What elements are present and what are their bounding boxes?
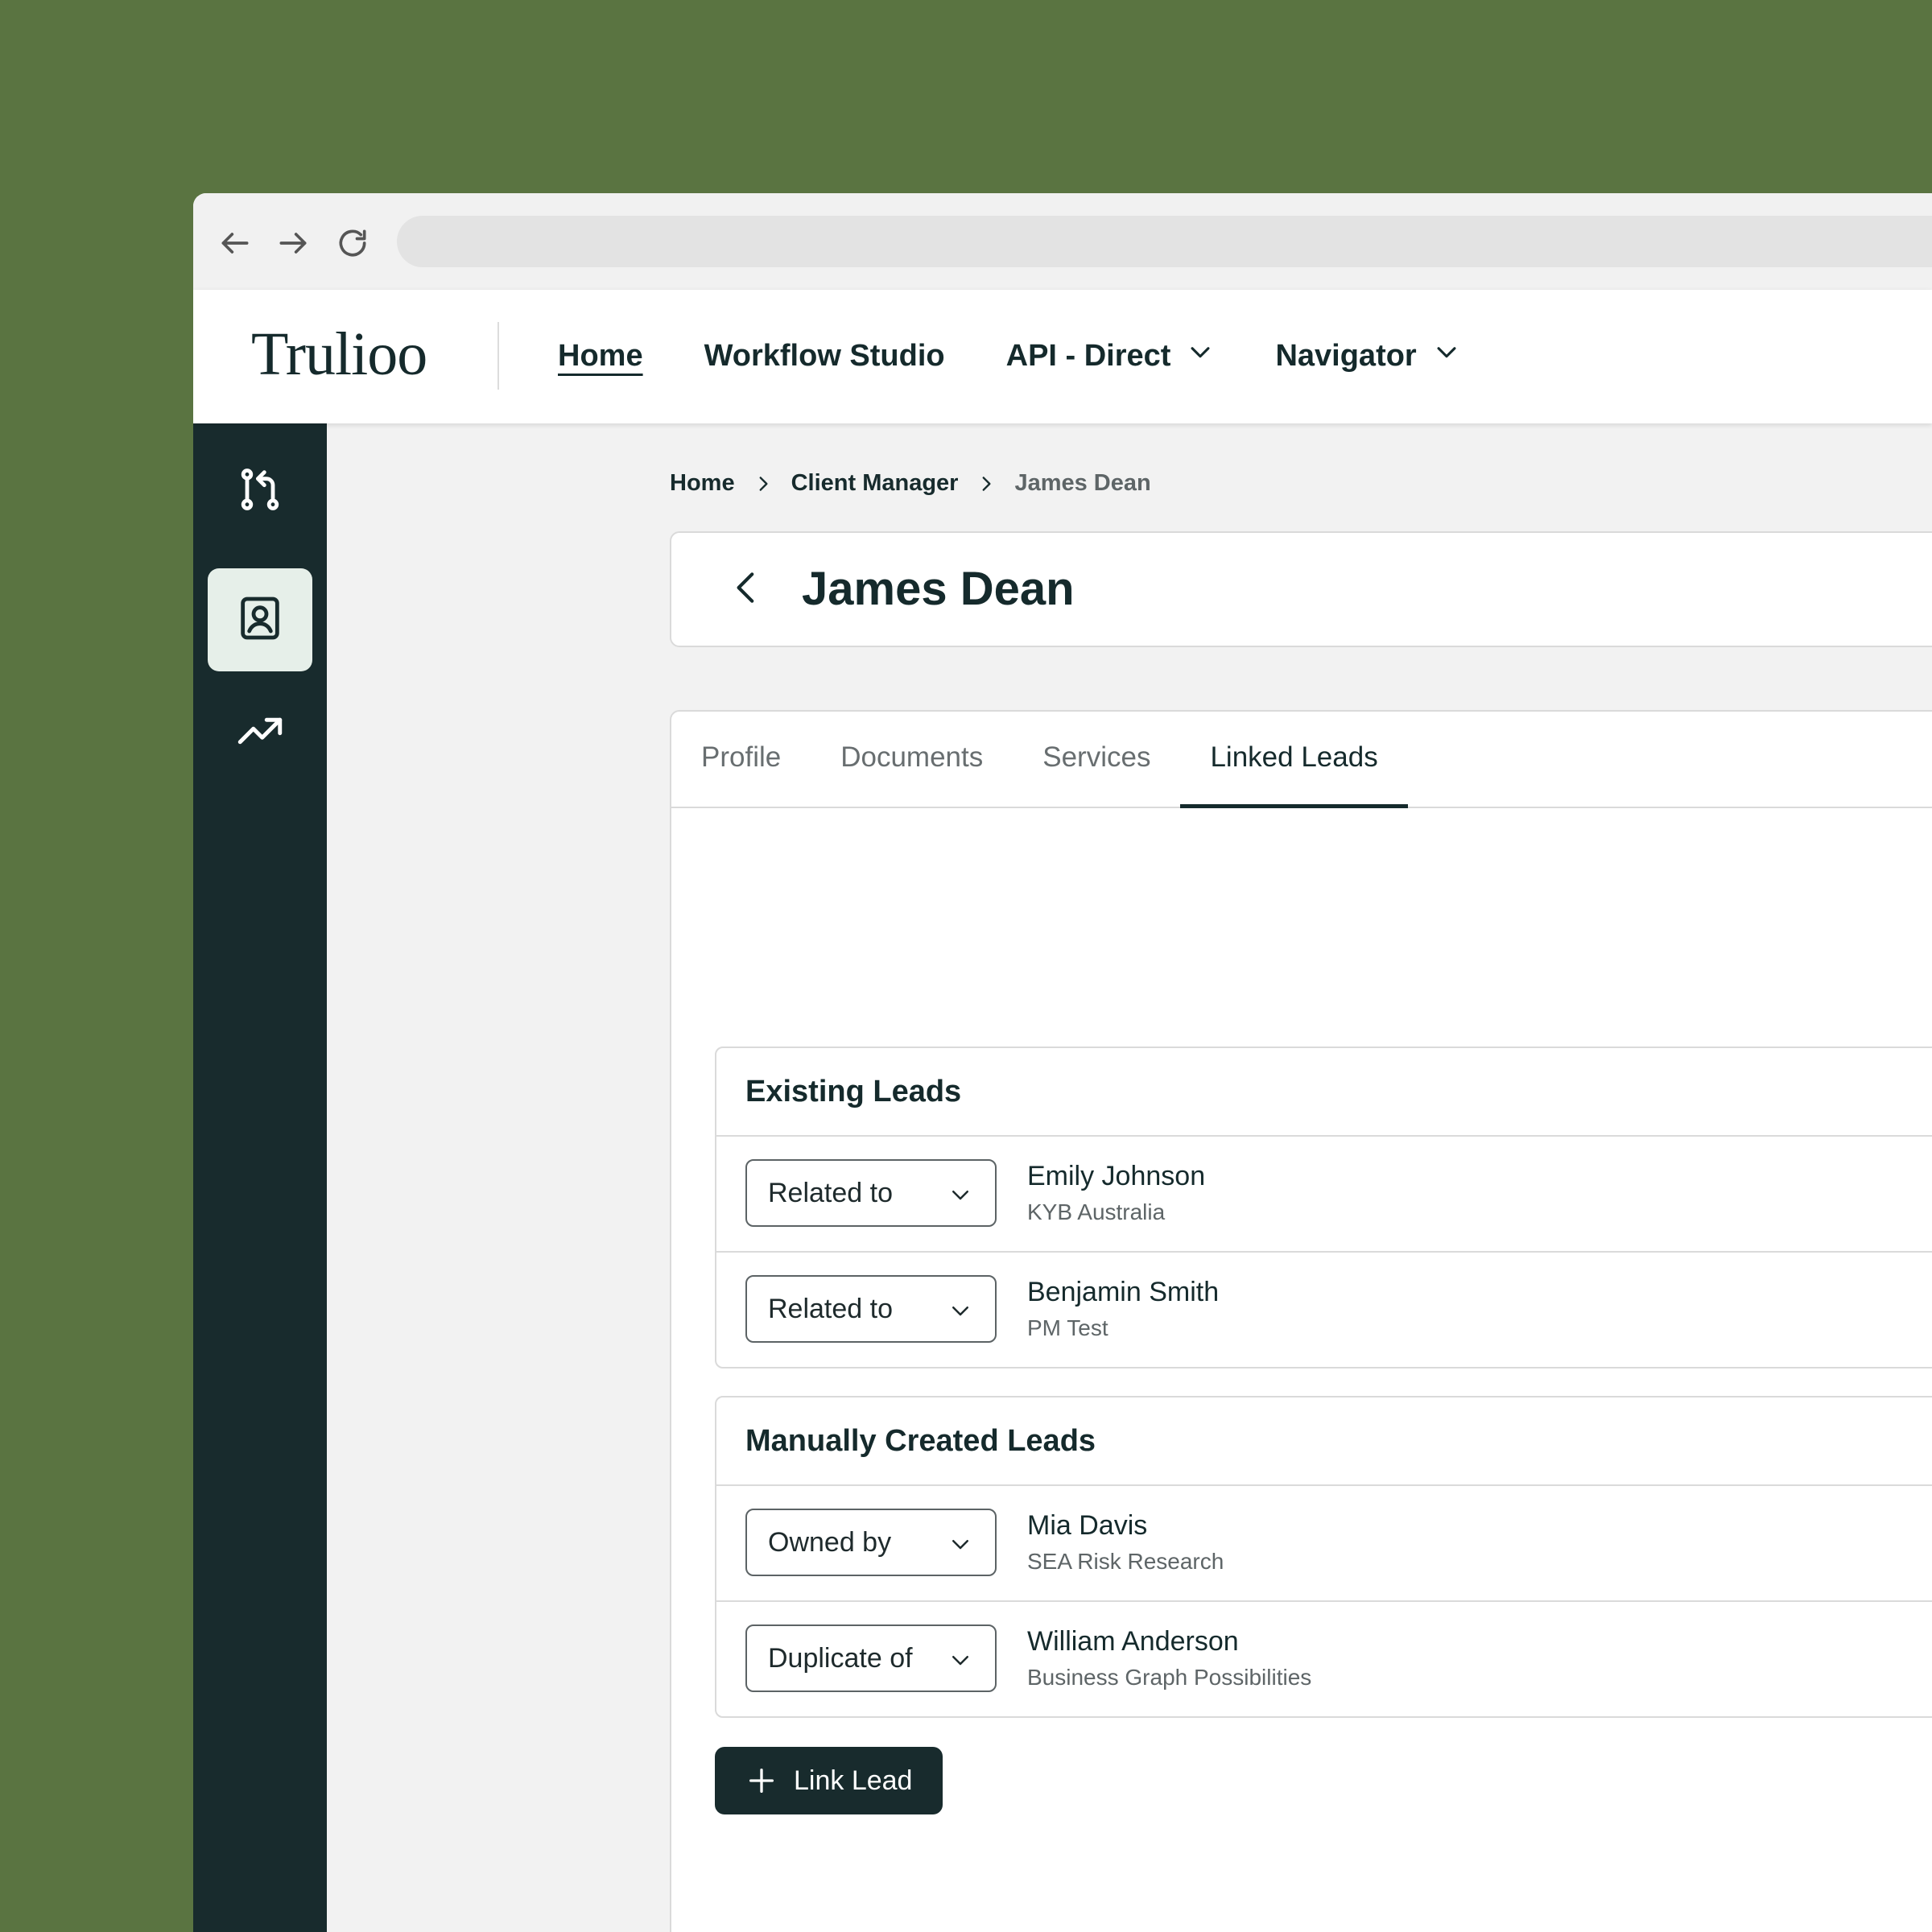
manual-leads-section: Manually Created Leads Owned by Mia Davi… [715,1396,1932,1718]
chevron-down-icon [1433,338,1460,374]
nav-navigator[interactable]: Navigator [1275,338,1459,375]
chevron-down-icon [1187,338,1214,374]
lead-row: Owned by Mia Davis SEA Risk Research [716,1486,1932,1602]
lead-subtitle: PM Test [1027,1315,1108,1340]
lead-name[interactable]: Benjamin Smith [1027,1277,1219,1308]
relation-value: Related to [768,1294,893,1324]
breadcrumb-client-manager[interactable]: Client Manager [791,470,959,497]
lead-name[interactable]: Emily Johnson [1027,1161,1205,1192]
workflow-icon [234,464,286,519]
sidebar [193,423,327,1932]
chevron-down-icon [947,1183,974,1211]
nav-navigator-label: Navigator [1275,338,1417,373]
lead-subtitle: KYB Australia [1027,1199,1166,1224]
nav-home-label: Home [558,338,643,373]
nav-workflow-studio-label: Workflow Studio [704,338,945,373]
title-card: James Dean [670,531,1932,647]
breadcrumb: Home Client Manager James Dean [670,470,1151,497]
plus-icon [745,1765,778,1797]
relation-value: Owned by [768,1527,892,1558]
arrow-right-icon[interactable] [269,219,317,267]
browser-toolbar [193,193,1932,290]
nav-home[interactable]: Home [558,339,643,375]
relation-select[interactable]: Duplicate of [745,1624,997,1692]
chevron-right-icon [753,473,774,494]
lead-subtitle: SEA Risk Research [1027,1549,1224,1574]
chevron-down-icon [947,1532,974,1560]
arrow-left-icon[interactable] [211,219,259,267]
nav-api-direct-label: API - Direct [1005,338,1171,373]
sidebar-item-workflows[interactable] [208,440,312,543]
link-lead-label: Link Lead [794,1765,913,1796]
breadcrumb-home[interactable]: Home [670,470,735,497]
section-title: Manually Created Leads [716,1397,1932,1486]
nav-workflow-studio[interactable]: Workflow Studio [704,339,945,375]
tab-linked-leads[interactable]: Linked Leads [1180,712,1408,808]
sidebar-item-analytics[interactable] [208,681,312,784]
lead-row: Related to Emily Johnson KYB Australia [716,1137,1932,1253]
app-header: Trulioo Home Workflow Studio API - Direc… [193,290,1932,423]
breadcrumb-current: James Dean [1014,470,1151,496]
existing-leads-section: Existing Leads Related to Emily Johnson … [715,1046,1932,1368]
sidebar-item-client-manager[interactable] [208,568,312,671]
lead-row: Duplicate of William Anderson Business G… [716,1602,1932,1716]
tab-profile[interactable]: Profile [671,712,811,807]
page-title: James Dean [802,563,1075,615]
lead-name[interactable]: William Anderson [1027,1626,1239,1657]
top-navigation: Home Workflow Studio API - Direct Naviga… [558,290,1521,423]
header-divider [497,322,499,390]
chevron-left-icon [727,568,767,612]
relation-select[interactable]: Owned by [745,1509,997,1576]
tab-bar: Profile Documents Services Linked Leads [671,712,1932,808]
relation-select[interactable]: Related to [745,1159,997,1227]
chevron-down-icon [947,1648,974,1676]
relation-value: Related to [768,1178,893,1208]
tab-documents[interactable]: Documents [811,712,1013,807]
lead-subtitle: Business Graph Possibilities [1027,1665,1312,1690]
trulioo-logo[interactable]: Trulioo [251,322,427,386]
relation-select[interactable]: Related to [745,1275,997,1343]
relation-value: Duplicate of [768,1643,913,1674]
link-lead-button[interactable]: Link Lead [715,1747,943,1814]
section-title: Existing Leads [716,1048,1932,1137]
trending-up-icon [233,704,287,762]
chevron-right-icon [976,473,997,494]
tab-services[interactable]: Services [1013,712,1180,807]
lead-name[interactable]: Mia Davis [1027,1510,1147,1542]
lead-row: Related to Benjamin Smith PM Test [716,1253,1932,1367]
browser-window: Trulioo Home Workflow Studio API - Direc… [193,193,1932,1932]
reload-icon[interactable] [328,219,377,267]
chevron-down-icon [947,1298,974,1327]
main-card: Profile Documents Services Linked Leads … [670,710,1932,1932]
address-bar[interactable] [397,216,1932,267]
contact-card-icon [234,592,286,648]
nav-api-direct[interactable]: API - Direct [1006,338,1215,375]
back-button[interactable] [723,565,771,613]
